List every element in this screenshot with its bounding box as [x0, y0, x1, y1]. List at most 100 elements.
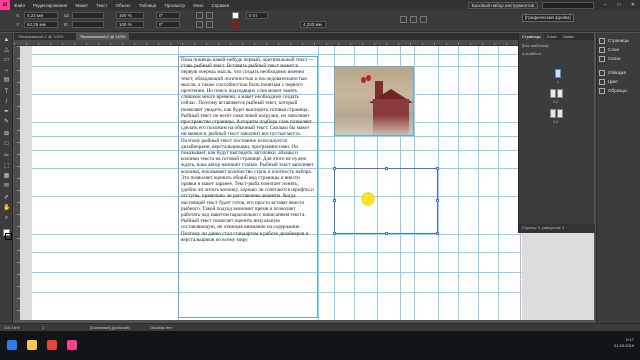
w-field[interactable]: [72, 12, 104, 19]
gradient-tool-icon[interactable]: ▦: [3, 173, 10, 180]
flip-v-icon[interactable]: [206, 21, 213, 28]
page-tool-icon[interactable]: ▭: [3, 57, 10, 64]
scale-x-field[interactable]: 100 %: [116, 12, 144, 19]
page-thumbnail[interactable]: [555, 69, 561, 78]
hand-tool-icon[interactable]: ✋: [3, 205, 10, 212]
shear-field[interactable]: 0°: [156, 21, 180, 28]
selected-graphic-frame[interactable]: [333, 167, 439, 235]
line-tool-icon[interactable]: /: [3, 99, 10, 106]
page-thumbnail[interactable]: [550, 109, 556, 118]
rotate-cw-icon[interactable]: [196, 12, 203, 19]
preflight-profile[interactable]: [Основной] (рабочий): [90, 325, 130, 330]
resize-handle[interactable]: [436, 199, 439, 202]
image-frame[interactable]: [334, 66, 414, 136]
resize-handle[interactable]: [436, 167, 439, 170]
taskbar-clock[interactable]: 0:17 21.03.2019: [614, 337, 634, 349]
column-guide: [498, 46, 499, 320]
h-field[interactable]: [72, 21, 104, 28]
selection-tool-icon[interactable]: ▲: [3, 37, 10, 44]
pen-tool-icon[interactable]: ✒: [3, 109, 10, 116]
text-frame[interactable]: Пока пишешь какой-нибудь первый, оригина…: [178, 56, 318, 318]
type-tool-icon[interactable]: T: [3, 89, 10, 96]
fill-swatch-icon[interactable]: [232, 12, 239, 19]
taskbar-app-indesign[interactable]: [64, 337, 83, 353]
x-field[interactable]: 4,23 мм: [24, 12, 58, 19]
tab-pages[interactable]: Страницы: [519, 33, 544, 40]
y-field[interactable]: 62,25 мм: [24, 21, 58, 28]
fit-content-icon[interactable]: [400, 16, 407, 23]
taskbar-app-browser[interactable]: [44, 337, 63, 353]
rotate-ccw-icon[interactable]: [206, 12, 213, 19]
rectangle-tool-icon[interactable]: □: [3, 141, 10, 148]
master-none[interactable]: [Без шаблона]: [522, 43, 592, 49]
maximize-icon[interactable]: □: [612, 2, 626, 8]
tab-document-2[interactable]: *Безымянный-2 @ 110%: [76, 33, 130, 40]
tab-layers[interactable]: Слои: [544, 33, 560, 40]
taskbar-app-explorer[interactable]: [24, 337, 43, 353]
rotate-field[interactable]: 0°: [156, 12, 180, 19]
workspace-switcher[interactable]: Базовый набор инструментов: [467, 1, 538, 9]
menu-edit[interactable]: Редактирование: [29, 3, 71, 8]
zoom-level[interactable]: 110,16%: [4, 325, 20, 330]
resize-handle[interactable]: [436, 232, 439, 235]
resize-handle[interactable]: [385, 232, 388, 235]
scissors-tool-icon[interactable]: ✂: [3, 153, 10, 160]
note-tool-icon[interactable]: ✉: [3, 183, 10, 190]
stroke-color-icon[interactable]: [5, 233, 12, 240]
stroke-weight-field[interactable]: 0 пт: [246, 12, 268, 19]
zoom-tool-icon[interactable]: ⌕: [3, 215, 10, 222]
panel-pages[interactable]: Страницы: [599, 37, 629, 45]
spread-label: 2-3: [553, 100, 559, 104]
rectangle-frame-tool-icon[interactable]: ⊠: [3, 131, 10, 138]
pencil-tool-icon[interactable]: ✎: [3, 119, 10, 126]
panel-links[interactable]: Связи: [599, 55, 621, 63]
menu-window[interactable]: Окно: [189, 3, 207, 8]
x-label: X:: [16, 13, 21, 18]
panel-color[interactable]: Цвет: [599, 78, 618, 86]
close-icon[interactable]: ✕: [626, 2, 640, 8]
body-text[interactable]: Пока пишешь какой-нибудь первый, оригина…: [179, 57, 317, 243]
resize-handle[interactable]: [333, 199, 336, 202]
stroke-swatch-icon[interactable]: [232, 21, 239, 28]
page-number[interactable]: 1: [42, 325, 44, 330]
menu-help[interactable]: Справка: [207, 3, 233, 8]
panel-layers[interactable]: Слои: [599, 46, 619, 54]
direct-selection-tool-icon[interactable]: △: [3, 47, 10, 54]
resize-handle[interactable]: [385, 167, 388, 170]
tab-document-1[interactable]: *Безымянный-1 @ 100%: [14, 33, 68, 40]
page-thumbnail[interactable]: [557, 109, 563, 118]
master-a[interactable]: А-Шаблон: [522, 51, 592, 57]
help-search-input[interactable]: [542, 1, 594, 9]
tab-links[interactable]: Связи: [560, 33, 577, 40]
menu-object[interactable]: Объект: [111, 3, 134, 8]
panel-swatches[interactable]: Образцы: [599, 87, 627, 95]
menu-view[interactable]: Просмотр: [160, 3, 189, 8]
eyedropper-tool-icon[interactable]: ✐: [3, 195, 10, 202]
document-page[interactable]: Пока пишешь какой-нибудь первый, оригина…: [32, 46, 522, 320]
content-collector-icon[interactable]: ▤: [3, 77, 10, 84]
fit-frame-icon[interactable]: [410, 16, 417, 23]
object-style-select[interactable]: [Графический фрейм]: [522, 14, 574, 22]
free-transform-tool-icon[interactable]: ⬚: [3, 163, 10, 170]
control-panel: X: 4,23 мм Y: 62,25 мм Ш: В: 100 % 100 %…: [0, 10, 640, 32]
pasteboard[interactable]: Пока пишешь какой-нибудь первый, оригина…: [20, 46, 594, 320]
size-field[interactable]: 4,233 мм: [300, 21, 326, 28]
pages-count: Страниц: 5, разворотов: 3: [519, 224, 595, 233]
stroke-icon: [599, 70, 605, 76]
panel-stroke[interactable]: Обводка: [599, 69, 626, 77]
gap-tool-icon[interactable]: ↔: [3, 67, 10, 74]
menu-type[interactable]: Текст: [92, 3, 111, 8]
resize-handle[interactable]: [333, 232, 336, 235]
menu-table[interactable]: Таблица: [135, 3, 161, 8]
flip-h-icon[interactable]: [196, 21, 203, 28]
menu-layout[interactable]: Макет: [71, 3, 92, 8]
minimize-icon[interactable]: –: [598, 2, 612, 8]
start-button[interactable]: [4, 337, 23, 353]
resize-handle[interactable]: [333, 167, 336, 170]
menu-file[interactable]: Файл: [10, 3, 29, 8]
center-content-icon[interactable]: [420, 16, 427, 23]
page-thumbnail[interactable]: [557, 89, 563, 98]
scale-y-field[interactable]: 100 %: [116, 21, 144, 28]
page-thumbnail[interactable]: [550, 89, 556, 98]
panel-swatches-label: Образцы: [608, 88, 627, 93]
